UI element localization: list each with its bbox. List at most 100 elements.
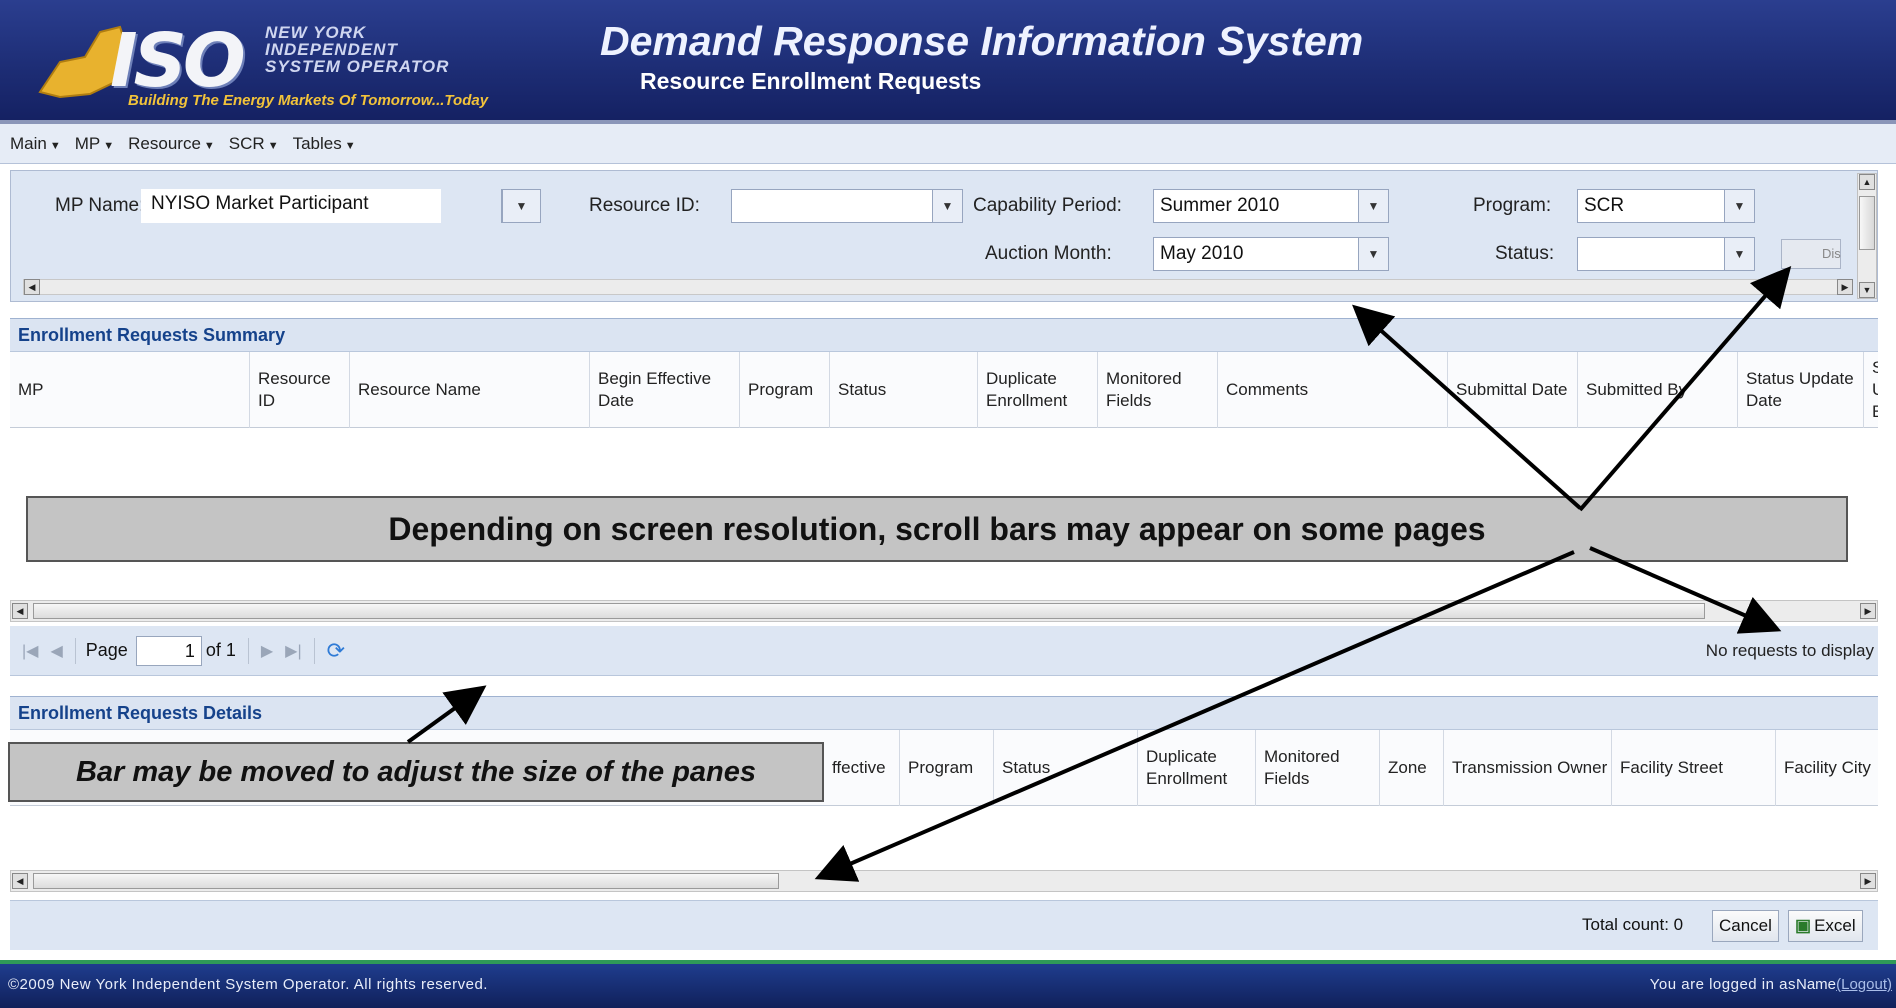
- next-page-icon[interactable]: ▶: [261, 641, 273, 661]
- toolbar-separator: [313, 637, 315, 664]
- scroll-right-icon[interactable]: ▶: [1860, 603, 1876, 619]
- capability-period-label: Capability Period:: [973, 195, 1122, 216]
- previous-page-icon[interactable]: ◀: [50, 641, 62, 661]
- app-title: Demand Response Information System: [600, 18, 1364, 64]
- excel-export-button[interactable]: ▣ Excel: [1788, 910, 1863, 942]
- scroll-thumb[interactable]: [33, 603, 1705, 619]
- details-grid-body: [10, 806, 1878, 868]
- mp-name-dropdown-button[interactable]: ▼: [501, 189, 541, 223]
- toolbar-separator: [247, 637, 249, 664]
- cancel-button[interactable]: Cancel: [1712, 910, 1779, 942]
- chevron-down-icon: ▼: [103, 139, 115, 152]
- total-count: Total count: 0: [1582, 915, 1684, 934]
- scroll-left-icon[interactable]: ◀: [24, 279, 40, 295]
- menu-main[interactable]: Main ▼: [10, 134, 61, 154]
- column-header[interactable]: Status Update Date: [1738, 352, 1864, 428]
- column-header[interactable]: Submittal Date: [1448, 352, 1578, 428]
- column-header[interactable]: Program: [900, 730, 994, 806]
- scroll-down-icon[interactable]: ▼: [1859, 282, 1875, 298]
- capability-period-select[interactable]: Summer 2010 ▼: [1153, 189, 1389, 223]
- logo-tagline: Building The Energy Markets Of Tomorrow.…: [128, 92, 489, 109]
- status-label: Status:: [1495, 243, 1555, 264]
- chevron-down-icon: ▼: [203, 139, 215, 152]
- column-header[interactable]: Resource ID: [250, 352, 350, 428]
- summary-panel-title: Enrollment Requests Summary: [10, 318, 1878, 352]
- column-header[interactable]: MP: [10, 352, 250, 428]
- column-header[interactable]: Facility City: [1776, 730, 1878, 806]
- logout-link[interactable]: (Logout): [1836, 976, 1892, 993]
- scrollbar-callout: Depending on screen resolution, scroll b…: [26, 496, 1848, 562]
- logo-organization-text: NEW YORK INDEPENDENT SYSTEM OPERATOR: [265, 23, 450, 76]
- column-header[interactable]: Resource Name: [350, 352, 590, 428]
- scroll-right-icon[interactable]: ▶: [1837, 279, 1853, 295]
- nyiso-logo: ISO NEW YORK INDEPENDENT SYSTEM OPERATOR…: [30, 12, 570, 112]
- summary-horizontal-scrollbar[interactable]: ◀ ▶: [10, 600, 1878, 622]
- column-header[interactable]: S U E: [1864, 352, 1878, 428]
- status-select[interactable]: ▼: [1577, 237, 1755, 271]
- last-page-icon[interactable]: ▶|: [285, 641, 301, 661]
- page-title: Resource Enrollment Requests: [640, 68, 982, 94]
- column-header[interactable]: Submitted By: [1578, 352, 1738, 428]
- chevron-down-icon: ▼: [1358, 190, 1388, 222]
- pagination-toolbar: |◀ ◀ Page 1 of 1 ▶ ▶| ⟳ No requests to d…: [10, 626, 1878, 676]
- mp-name-select[interactable]: NYISO Market Participant: [141, 189, 441, 223]
- menu-scr[interactable]: SCR ▼: [229, 134, 279, 154]
- column-header[interactable]: Duplicate Enrollment: [1138, 730, 1256, 806]
- scroll-right-icon[interactable]: ▶: [1860, 873, 1876, 889]
- filter-panel: MP Name: NYISO Market Participant ▼ Reso…: [10, 170, 1878, 302]
- mp-name-label: MP Name:: [55, 195, 145, 216]
- column-header[interactable]: Facility Street: [1612, 730, 1776, 806]
- chevron-down-icon: ▼: [49, 139, 61, 152]
- program-label: Program:: [1473, 195, 1552, 216]
- scroll-left-icon[interactable]: ◀: [12, 873, 28, 889]
- page-count: of 1: [205, 640, 236, 660]
- resource-id-select[interactable]: ▼: [731, 189, 963, 223]
- chevron-down-icon: ▼: [1724, 190, 1754, 222]
- column-header[interactable]: Monitored Fields: [1098, 352, 1218, 428]
- chevron-down-icon: ▼: [344, 139, 356, 152]
- refresh-icon[interactable]: ⟳: [327, 638, 345, 664]
- page-footer: ©2009 New York Independent System Operat…: [0, 960, 1896, 1008]
- app-header: ISO NEW YORK INDEPENDENT SYSTEM OPERATOR…: [0, 0, 1896, 124]
- details-panel-title: Enrollment Requests Details: [10, 696, 1878, 730]
- first-page-icon[interactable]: |◀: [22, 641, 38, 661]
- scroll-thumb[interactable]: [33, 873, 779, 889]
- scroll-thumb[interactable]: [1859, 196, 1875, 250]
- summary-grid-header: MP Resource ID Resource Name Begin Effec…: [10, 352, 1878, 428]
- scroll-up-icon[interactable]: ▲: [1859, 174, 1875, 190]
- column-header[interactable]: Comments: [1218, 352, 1448, 428]
- filter-horizontal-scrollbar[interactable]: ◀ ▶: [23, 279, 1853, 295]
- empty-results-message: No requests to display: [1705, 640, 1874, 660]
- auction-month-label: Auction Month:: [985, 243, 1112, 264]
- column-header[interactable]: Duplicate Enrollment: [978, 352, 1098, 428]
- toolbar-separator: [74, 637, 76, 664]
- column-header[interactable]: ffective: [824, 730, 900, 806]
- display-button[interactable]: Dis: [1781, 239, 1841, 269]
- auction-month-select[interactable]: May 2010 ▼: [1153, 237, 1389, 271]
- scroll-left-icon[interactable]: ◀: [12, 603, 28, 619]
- menu-tables[interactable]: Tables ▼: [293, 134, 356, 154]
- chevron-down-icon: ▼: [1724, 238, 1754, 270]
- copyright-text: ©2009 New York Independent System Operat…: [8, 976, 488, 993]
- chevron-down-icon: ▼: [1358, 238, 1388, 270]
- page-number-input[interactable]: 1: [135, 635, 202, 666]
- chevron-down-icon: ▼: [267, 139, 279, 152]
- column-header[interactable]: Program: [740, 352, 830, 428]
- user-name: Name: [1795, 976, 1836, 993]
- column-header[interactable]: Status: [994, 730, 1138, 806]
- details-footer-toolbar: Total count: 0 Cancel ▣ Excel: [10, 900, 1878, 950]
- main-menu-bar: Main ▼ MP ▼ Resource ▼ SCR ▼ Tables ▼: [0, 124, 1896, 164]
- menu-mp[interactable]: MP ▼: [75, 134, 114, 154]
- column-header[interactable]: Monitored Fields: [1256, 730, 1380, 806]
- details-horizontal-scrollbar[interactable]: ◀ ▶: [10, 870, 1878, 892]
- chevron-down-icon: ▼: [932, 190, 962, 222]
- logged-in-text: You are logged in as: [1649, 976, 1796, 993]
- excel-icon: ▣: [1795, 916, 1812, 935]
- column-header[interactable]: Transmission Owner: [1444, 730, 1612, 806]
- column-header[interactable]: Status: [830, 352, 978, 428]
- column-header[interactable]: Begin Effective Date: [590, 352, 740, 428]
- menu-resource[interactable]: Resource ▼: [128, 134, 215, 154]
- program-select[interactable]: SCR ▼: [1577, 189, 1755, 223]
- column-header[interactable]: Zone: [1380, 730, 1444, 806]
- filter-vertical-scrollbar[interactable]: ▲ ▼: [1857, 173, 1877, 299]
